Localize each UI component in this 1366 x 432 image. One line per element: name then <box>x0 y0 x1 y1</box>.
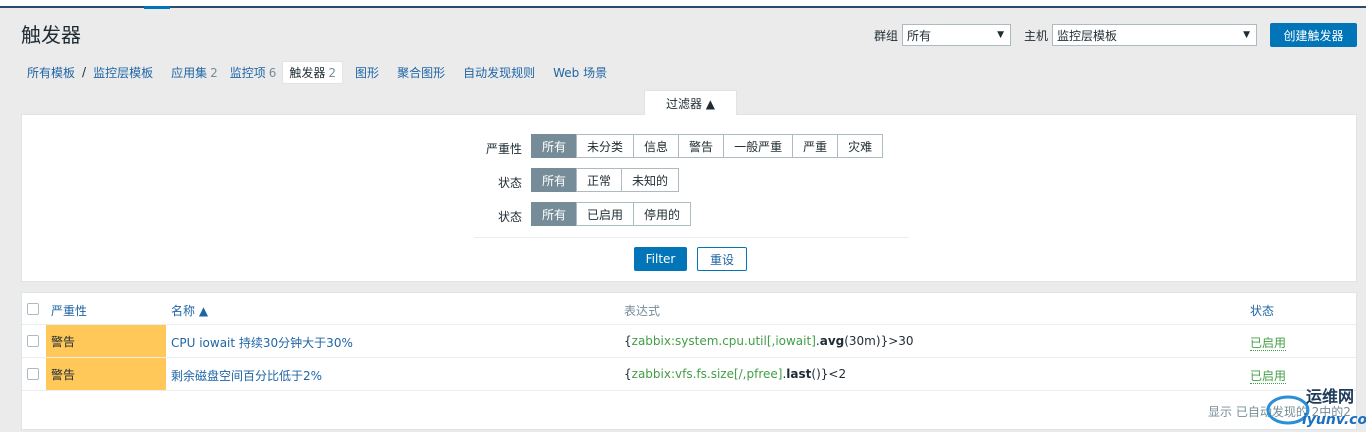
filter-panel: 严重性 所有 未分类 信息 警告 一般严重 严重 灾难 状态 所有 正常 未知的… <box>21 114 1357 282</box>
host-select[interactable]: 监控层模板 ▼ <box>1052 24 1258 46</box>
severity-option-high[interactable]: 严重 <box>792 134 839 158</box>
nav-triggers[interactable]: 触发器 2 <box>282 60 344 84</box>
expr-open: { <box>624 334 632 348</box>
status-option-disabled[interactable]: 停用的 <box>633 202 692 226</box>
group-label: 群组 <box>874 28 899 43</box>
status-segmented: 所有 已启用 停用的 <box>531 202 692 226</box>
header-status[interactable]: 状态 <box>1250 302 1274 319</box>
nav-all-templates[interactable]: 所有模板 <box>21 64 81 81</box>
host-control: 主机 监控层模板 ▼ <box>1024 24 1258 46</box>
header-name[interactable]: 名称 ▲ <box>171 302 208 319</box>
status-label: 状态 <box>497 210 522 224</box>
nav-triggers-count: 2 <box>328 65 337 80</box>
filter-button[interactable]: Filter <box>634 247 687 271</box>
nav-apps-count: 2 <box>210 65 218 80</box>
chevron-down-icon: ▼ <box>1243 30 1251 40</box>
nav-template[interactable]: 监控层模板 <box>87 64 159 81</box>
severity-option-average[interactable]: 一般严重 <box>723 134 794 158</box>
nav-apps[interactable]: 应用集 2 <box>165 64 224 81</box>
nav-web[interactable]: Web 场景 <box>547 64 613 81</box>
host-select-value: 监控层模板 <box>1057 28 1118 43</box>
expr-rest: }<2 <box>820 367 847 381</box>
triggers-table: 严重性 名称 ▲ 表达式 状态 警告 CPU iowait 持续30分钟大于30… <box>21 292 1357 430</box>
watermark-url: iyunv.com <box>1302 412 1366 428</box>
breadcrumb: 所有模板 / 监控层模板 应用集 2 监控项 6 触发器 2 图形 聚合图形 自动发现… <box>21 60 613 84</box>
select-all-checkbox[interactable] <box>27 303 39 315</box>
nav-triggers-label: 触发器 <box>289 65 326 80</box>
severity-segmented: 所有 未分类 信息 警告 一般严重 严重 灾难 <box>531 134 884 158</box>
top-bar-indicator <box>144 6 170 9</box>
status-cell: 已启用 <box>1250 334 1287 351</box>
nav-graphs[interactable]: 图形 <box>349 64 385 81</box>
table-row: 警告 CPU iowait 持续30分钟大于30% {zabbix:system… <box>22 325 1356 358</box>
expr-function: last <box>786 367 812 381</box>
severity-badge: 警告 <box>46 325 166 357</box>
expr-item-key[interactable]: zabbix:system.cpu.util[,iowait] <box>632 334 816 348</box>
state-option-normal[interactable]: 正常 <box>576 168 623 192</box>
header-expression: 表达式 <box>624 304 661 318</box>
expr-rest: }>30 <box>880 334 914 348</box>
group-control: 群组 所有 ▼ <box>874 24 1012 46</box>
nav-discovery[interactable]: 自动发现规则 <box>457 64 541 81</box>
group-select-value: 所有 <box>907 28 932 43</box>
reset-button[interactable]: 重设 <box>697 247 747 271</box>
state-label: 状态 <box>497 176 522 190</box>
table-row: 警告 剩余磁盘空间百分比低于2% {zabbix:vfs.fs.size[/,p… <box>22 358 1356 391</box>
severity-option-unclassified[interactable]: 未分类 <box>576 134 635 158</box>
group-select[interactable]: 所有 ▼ <box>902 24 1012 46</box>
create-trigger-button[interactable]: 创建触发器 <box>1270 23 1357 47</box>
state-option-unknown[interactable]: 未知的 <box>621 168 680 192</box>
trigger-expression: {zabbix:system.cpu.util[,iowait].avg(30m… <box>624 334 914 348</box>
state-segmented: 所有 正常 未知的 <box>531 168 680 192</box>
header-severity[interactable]: 严重性 <box>51 302 87 319</box>
expr-item-key[interactable]: zabbix:vfs.fs.size[/,pfree] <box>632 367 783 381</box>
severity-badge: 警告 <box>46 358 166 390</box>
nav-items-count: 6 <box>268 65 277 80</box>
nav-items-label: 监控项 <box>229 65 266 80</box>
status-toggle[interactable]: 已启用 <box>1250 336 1287 351</box>
nav-items[interactable]: 监控项 6 <box>224 64 283 81</box>
expr-open: { <box>624 367 632 381</box>
watermark-text: 运维网 <box>1306 387 1354 406</box>
expr-function: avg <box>819 334 845 348</box>
filter-divider <box>474 237 909 238</box>
severity-option-info[interactable]: 信息 <box>633 134 680 158</box>
expr-args: (30m) <box>844 334 881 348</box>
row-checkbox[interactable] <box>27 335 39 347</box>
table-header: 严重性 名称 ▲ 表达式 状态 <box>22 293 1356 325</box>
row-checkbox[interactable] <box>27 368 39 380</box>
chevron-down-icon: ▼ <box>997 30 1005 40</box>
page-title: 触发器 <box>21 23 81 47</box>
trigger-name-link[interactable]: CPU iowait 持续30分钟大于30% <box>171 334 353 351</box>
top-bar <box>0 0 1366 9</box>
trigger-expression: {zabbix:vfs.fs.size[/,pfree].last()}<2 <box>624 367 846 381</box>
severity-label: 严重性 <box>485 142 522 156</box>
trigger-name-link[interactable]: 剩余磁盘空间百分比低于2% <box>171 367 322 384</box>
nav-screens[interactable]: 聚合图形 <box>391 64 451 81</box>
state-option-all[interactable]: 所有 <box>531 168 578 192</box>
severity-option-warning[interactable]: 警告 <box>678 134 725 158</box>
severity-option-all[interactable]: 所有 <box>531 134 578 158</box>
host-label: 主机 <box>1024 28 1049 43</box>
status-option-all[interactable]: 所有 <box>531 202 578 226</box>
status-option-enabled[interactable]: 已启用 <box>576 202 635 226</box>
severity-option-disaster[interactable]: 灾难 <box>837 134 884 158</box>
filter-tab[interactable]: 过滤器 ▲ <box>644 90 737 115</box>
watermark-logo: 运维网 iyunv.com <box>1266 387 1366 428</box>
nav-apps-label: 应用集 <box>171 65 208 80</box>
expr-args: () <box>811 367 821 381</box>
